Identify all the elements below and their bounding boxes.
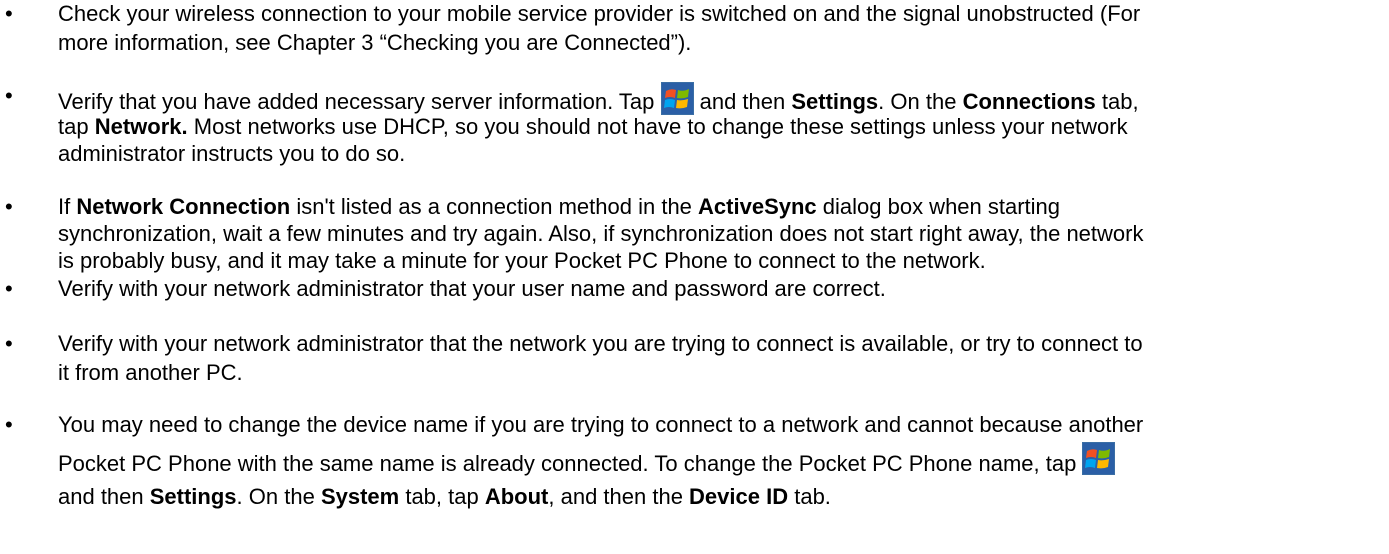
bullet: •	[5, 83, 13, 108]
bullet: •	[5, 412, 13, 437]
text-line: Verify that you have added necessary ser…	[58, 82, 1386, 115]
text-line: tap Network. Most networks use DHCP, so …	[58, 114, 1128, 139]
text-line: You may need to change the device name i…	[58, 412, 1144, 437]
text-line: synchronization, wait a few minutes and …	[58, 221, 1144, 246]
windows-start-icon[interactable]	[660, 82, 694, 115]
list-item-text: Verify with your network administrator t…	[58, 275, 1386, 302]
bullet: •	[5, 331, 13, 356]
bullet: •	[5, 1, 13, 26]
bullet: •	[5, 194, 13, 219]
text-line: If Network Connection isn't listed as a …	[58, 194, 1061, 219]
text-line: and then Settings. On the System tab, ta…	[58, 484, 831, 509]
text-line: Check your wireless connection to your m…	[58, 1, 1141, 26]
text-line: more information, see Chapter 3 “Checkin…	[58, 30, 692, 55]
text-line: Verify with your network administrator t…	[58, 331, 1143, 356]
text-line: Pocket PC Phone with the same name is al…	[58, 442, 1386, 483]
text-line: administrator instructs you to do so.	[58, 141, 406, 166]
text-line: it from another PC.	[58, 360, 243, 385]
list-item-text: Check your wireless connection to your m…	[58, 0, 1386, 56]
list-item-text: You may need to change the device name i…	[58, 411, 1386, 510]
list-item-text: Verify with your network administrator t…	[58, 330, 1386, 386]
list-item-text: If Network Connection isn't listed as a …	[58, 193, 1386, 274]
list-item-text: Verify that you have added necessary ser…	[58, 82, 1386, 167]
bullet: •	[5, 276, 13, 301]
text-line: is probably busy, and it may take a minu…	[58, 248, 986, 273]
windows-start-icon[interactable]	[1082, 442, 1116, 475]
text-line: Verify with your network administrator t…	[58, 276, 886, 301]
